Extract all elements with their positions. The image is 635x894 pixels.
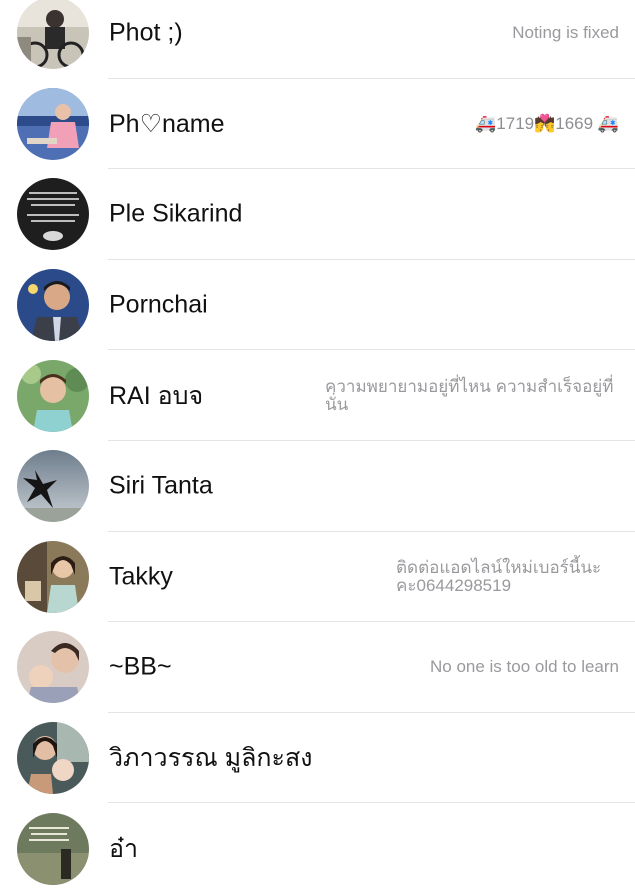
contact-status: ติดต่อแอดไลน์ใหม่เบอร์นี้นะคะ0644298519 [396, 557, 602, 595]
contact-list: Phot ;) Noting is fixed Ph♡name 🚑1719💏16… [0, 0, 635, 894]
contact-row-phname[interactable]: Ph♡name 🚑1719💏1669 🚑 [0, 79, 635, 170]
avatar[interactable] [17, 87, 89, 160]
avatar[interactable] [17, 359, 89, 432]
contact-status: ความพยายามอยู่ที่ไหน ความสำเร็จอยู่ที่นั… [325, 376, 614, 414]
contact-row-takky[interactable]: Takky ติดต่อแอดไลน์ใหม่เบอร์นี้นะคะ06442… [0, 532, 635, 623]
contact-name: Pornchai [109, 290, 208, 319]
avatar[interactable] [17, 0, 89, 70]
contact-name: อ๋า [109, 834, 139, 863]
contact-name: Takky [109, 562, 173, 591]
avatar[interactable] [17, 178, 89, 251]
avatar[interactable] [17, 812, 89, 885]
contact-name: RAI อบจ [109, 381, 204, 410]
avatar[interactable] [17, 631, 89, 704]
contact-name: ~BB~ [109, 652, 172, 681]
contact-status: Noting is fixed [512, 23, 619, 43]
avatar[interactable] [17, 540, 89, 613]
avatar[interactable] [17, 450, 89, 523]
contact-name: Ph♡name [109, 109, 225, 138]
contact-name: Ple Sikarind [109, 199, 243, 228]
contact-status: No one is too old to learn [429, 657, 619, 677]
contact-row-bb[interactable]: ~BB~ No one is too old to learn [0, 622, 635, 713]
contact-status: 🚑1719💏1669 🚑 [475, 113, 619, 133]
contact-name: Phot ;) [109, 18, 183, 47]
contact-name: Siri Tanta [109, 471, 213, 500]
avatar[interactable] [17, 722, 89, 795]
contact-row-phot[interactable]: Phot ;) Noting is fixed [0, 0, 635, 79]
contact-row-siri-tanta[interactable]: Siri Tanta [0, 441, 635, 532]
contact-row-rai[interactable]: RAI อบจ ความพยายามอยู่ที่ไหน ความสำเร็จอ… [0, 350, 635, 441]
contact-row-pornchai[interactable]: Pornchai [0, 260, 635, 351]
avatar[interactable] [17, 269, 89, 342]
contact-name: วิภาวรรณ มูลิกะสง [109, 744, 313, 773]
contact-row-aa[interactable]: อ๋า [0, 803, 635, 894]
contact-row-wipawan[interactable]: วิภาวรรณ มูลิกะสง [0, 713, 635, 804]
contact-row-ple-sikarind[interactable]: Ple Sikarind [0, 169, 635, 260]
